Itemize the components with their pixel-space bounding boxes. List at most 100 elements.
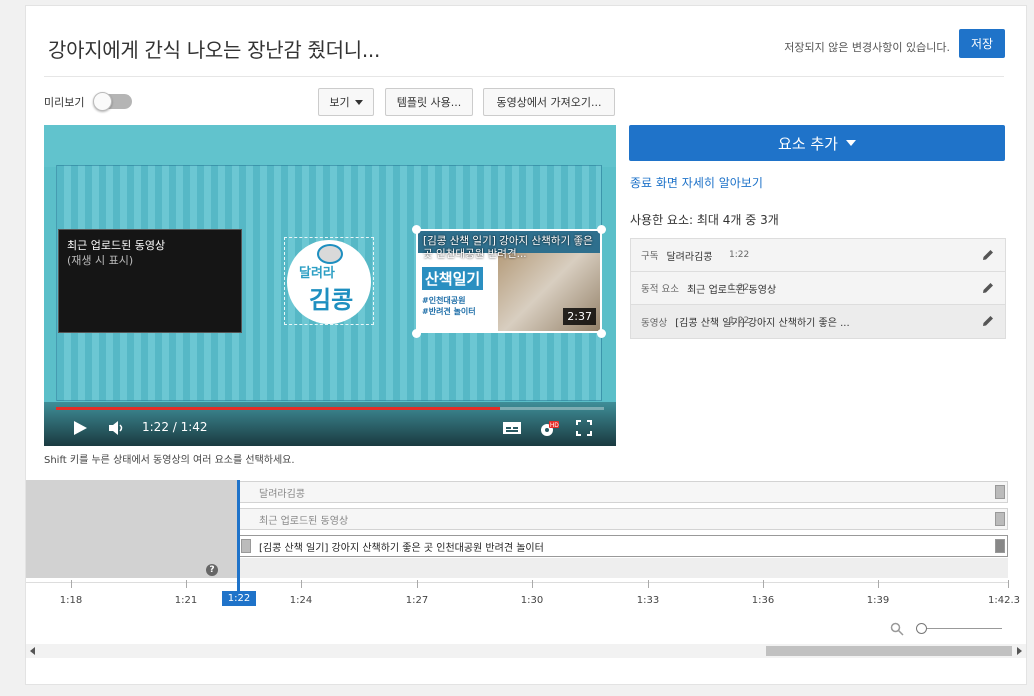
timeline-tick-label: 1:30 xyxy=(520,595,544,606)
timeline-tick-label: 1:39 xyxy=(866,595,890,606)
video-element-title: [김콩 산책 일기] 강아지 산책하기 좋은 곳 인천대공원 반려견... xyxy=(423,235,593,260)
channel-logo: 달려라 김콩 xyxy=(287,240,371,324)
thumbnail-hashtags: #인천대공원 #반려견 놀이터 xyxy=(422,296,476,316)
timeline-tick-label: 1:24 xyxy=(289,595,313,606)
recent-video-subtitle: (재생 시 표시) xyxy=(67,254,134,267)
preview-toggle[interactable] xyxy=(93,92,132,111)
element-row[interactable]: 동적 요소 최근 업로드된 동영상 1:22 xyxy=(631,272,1005,305)
element-type: 동영상 xyxy=(641,317,668,329)
timeline-tick-label: 1:33 xyxy=(636,595,660,606)
end-screen-editor: 강아지에게 간식 나오는 장난감 줬더니... 저장되지 않은 변경사항이 있습… xyxy=(25,5,1027,685)
resize-handle[interactable] xyxy=(412,225,421,234)
end-screen-subscribe-element[interactable]: 달려라 김콩 xyxy=(284,237,374,325)
element-list: 구독 달려라김콩 1:22 동적 요소 최근 업로드된 동영상 1:22 동영상… xyxy=(630,238,1006,339)
resize-handle[interactable] xyxy=(597,329,606,338)
logo-text-main: 김콩 xyxy=(309,286,354,314)
timeline-empty-track xyxy=(238,558,1008,578)
subtitles-icon[interactable] xyxy=(502,420,522,436)
video-duration: 2:37 xyxy=(563,308,596,325)
volume-icon[interactable] xyxy=(108,420,126,436)
timeline-track-selected[interactable]: [김콩 산책 일기] 강아지 산책하기 좋은 곳 인천대공원 반려견 놀이터 xyxy=(238,535,1008,557)
element-time: 1:22 xyxy=(729,316,750,326)
element-type: 동적 요소 xyxy=(641,284,679,295)
edit-pencil-icon[interactable] xyxy=(981,314,995,328)
resize-handle[interactable] xyxy=(597,225,606,234)
playhead[interactable] xyxy=(237,480,240,600)
recent-video-title: 최근 업로드된 동영상 xyxy=(67,239,166,252)
horizontal-scrollbar[interactable] xyxy=(26,644,1026,658)
track-label: [김콩 산책 일기] 강아지 산책하기 좋은 곳 인천대공원 반려견 놀이터 xyxy=(259,542,544,554)
timeline-tick-label: 1:27 xyxy=(405,595,429,606)
save-button[interactable]: 저장 xyxy=(959,29,1005,58)
timeline-tick xyxy=(1008,580,1009,588)
add-element-label: 요소 추가 xyxy=(778,134,838,153)
thumbnail-left: 산책일기 #인천대공원 #반려견 놀이터 xyxy=(418,253,498,331)
track-label: 달려라김콩 xyxy=(259,488,305,500)
element-name: 달려라김콩 xyxy=(666,251,713,263)
timeline-tick xyxy=(532,580,533,588)
zoom-slider-knob[interactable] xyxy=(916,623,927,634)
element-row[interactable]: 동영상 [김콩 산책 일기] 강아지 산책하기 좋은 ... 1:22 xyxy=(631,305,1005,338)
track-label: 최근 업로드된 동영상 xyxy=(259,515,349,527)
timeline-tick-label: 1:21 xyxy=(174,595,198,606)
timeline-tick xyxy=(763,580,764,588)
scroll-left-icon[interactable] xyxy=(30,647,35,655)
element-row[interactable]: 구독 달려라김콩 1:22 xyxy=(631,239,1005,272)
chevron-down-icon xyxy=(845,140,856,146)
thumbnail-tag: 산책일기 xyxy=(422,267,484,290)
help-icon[interactable]: ? xyxy=(206,564,218,576)
track-end-handle[interactable] xyxy=(995,512,1005,526)
settings-hd-icon[interactable]: HD xyxy=(538,420,560,438)
playhead-time-label: 1:22 xyxy=(222,591,256,606)
import-from-video-button[interactable]: 동영상에서 가져오기... xyxy=(483,88,615,116)
track-end-handle[interactable] xyxy=(995,485,1005,499)
track-start-handle[interactable] xyxy=(241,539,251,553)
end-screen-recent-video-element[interactable]: 최근 업로드된 동영상 (재생 시 표시) xyxy=(58,229,242,333)
timeline-tick xyxy=(186,580,187,588)
use-template-button[interactable]: 템플릿 사용... xyxy=(385,88,473,116)
timeline-tick-label: 1:18 xyxy=(59,595,83,606)
edit-pencil-icon[interactable] xyxy=(981,248,995,262)
timeline-tick-label: 1:42.3 xyxy=(988,595,1020,606)
multi-select-hint: Shift 키를 누른 상태에서 동영상의 여러 요소를 선택하세요. xyxy=(44,455,295,466)
zoom-slider-track[interactable] xyxy=(916,628,1002,629)
timeline-track[interactable]: 달려라김콩 xyxy=(238,481,1008,503)
timeline-tick xyxy=(878,580,879,588)
unsaved-changes-text: 저장되지 않은 변경사항이 있습니다. xyxy=(784,41,950,54)
progress-bar[interactable] xyxy=(56,407,604,410)
elements-used-text: 사용한 요소: 최대 4개 중 3개 xyxy=(630,213,779,227)
time-display: 1:22 / 1:42 xyxy=(142,420,208,434)
end-screen-video-element[interactable]: [김콩 산책 일기] 강아지 산책하기 좋은 곳 인천대공원 반려견... 산책… xyxy=(416,229,602,333)
svg-text:HD: HD xyxy=(550,423,559,429)
timeline-ruler xyxy=(26,582,1008,583)
add-element-button[interactable]: 요소 추가 xyxy=(629,125,1005,161)
view-label: 보기 xyxy=(329,96,350,109)
progress-fill xyxy=(56,407,500,410)
learn-more-link[interactable]: 종료 화면 자세히 알아보기 xyxy=(630,174,763,191)
page-title: 강아지에게 간식 나오는 장난감 줬더니... xyxy=(48,38,381,62)
view-dropdown-button[interactable]: 보기 xyxy=(318,88,374,116)
timeline-tick-label: 1:36 xyxy=(751,595,775,606)
element-time: 1:22 xyxy=(729,283,750,293)
timeline-tick xyxy=(417,580,418,588)
video-background-top xyxy=(44,125,616,167)
timeline-tick xyxy=(301,580,302,588)
scrollbar-thumb[interactable] xyxy=(766,646,1012,656)
divider xyxy=(44,76,1004,77)
toggle-knob xyxy=(93,92,112,111)
fullscreen-icon[interactable] xyxy=(576,420,592,436)
chevron-down-icon xyxy=(354,99,363,105)
scroll-right-icon[interactable] xyxy=(1017,647,1022,655)
resize-handle[interactable] xyxy=(412,329,421,338)
edit-pencil-icon[interactable] xyxy=(981,281,995,295)
video-player[interactable]: 최근 업로드된 동영상 (재생 시 표시) 달려라 김콩 [김콩 산책 일기] … xyxy=(44,125,616,446)
timeline-track[interactable]: 최근 업로드된 동영상 xyxy=(238,508,1008,530)
play-icon[interactable] xyxy=(72,420,88,436)
track-end-handle[interactable] xyxy=(995,539,1005,553)
element-type: 구독 xyxy=(641,251,659,262)
dog-icon xyxy=(317,244,343,264)
timeline-tick xyxy=(71,580,72,588)
preview-label: 미리보기 xyxy=(44,96,85,109)
zoom-search-icon xyxy=(890,622,904,636)
logo-text-top: 달려라 xyxy=(299,266,335,281)
